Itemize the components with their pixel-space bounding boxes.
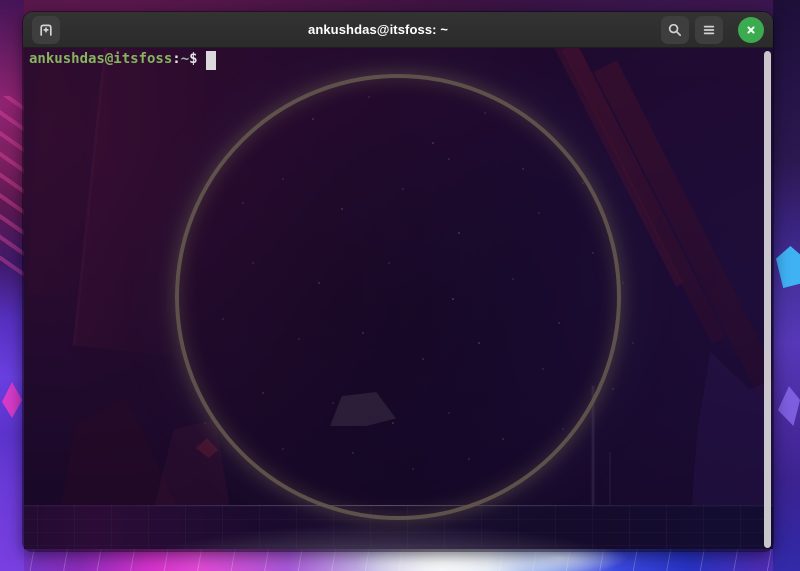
menu-icon	[701, 22, 717, 38]
terminal-cursor	[206, 51, 216, 70]
terminal-window: ankushdas@itsfoss: ~	[23, 12, 773, 551]
new-tab-icon	[38, 22, 54, 38]
new-tab-button[interactable]	[32, 16, 60, 44]
titlebar-right-controls	[661, 16, 764, 44]
prompt-separator: :	[172, 51, 180, 67]
search-button[interactable]	[661, 16, 689, 44]
prompt-symbol: $	[189, 51, 197, 67]
prompt-path: ~	[181, 51, 189, 67]
close-button[interactable]	[738, 17, 764, 43]
titlebar[interactable]: ankushdas@itsfoss: ~	[23, 12, 773, 48]
desktop: ankushdas@itsfoss: ~	[0, 0, 800, 571]
terminal-screen[interactable]: ankushdas@itsfoss:~$	[23, 48, 773, 551]
search-icon	[667, 22, 683, 38]
wallpaper-left-crystals	[0, 0, 24, 571]
wallpaper-left-streaks	[0, 96, 24, 276]
menu-button[interactable]	[695, 16, 723, 44]
close-icon	[744, 23, 758, 37]
wallpaper-glowing-floor	[0, 549, 800, 571]
window-title: ankushdas@itsfoss: ~	[93, 22, 663, 37]
prompt-user-host: ankushdas@itsfoss	[29, 51, 172, 67]
scrollbar-thumb[interactable]	[764, 51, 771, 548]
shell-prompt: ankushdas@itsfoss:~$	[29, 50, 216, 69]
